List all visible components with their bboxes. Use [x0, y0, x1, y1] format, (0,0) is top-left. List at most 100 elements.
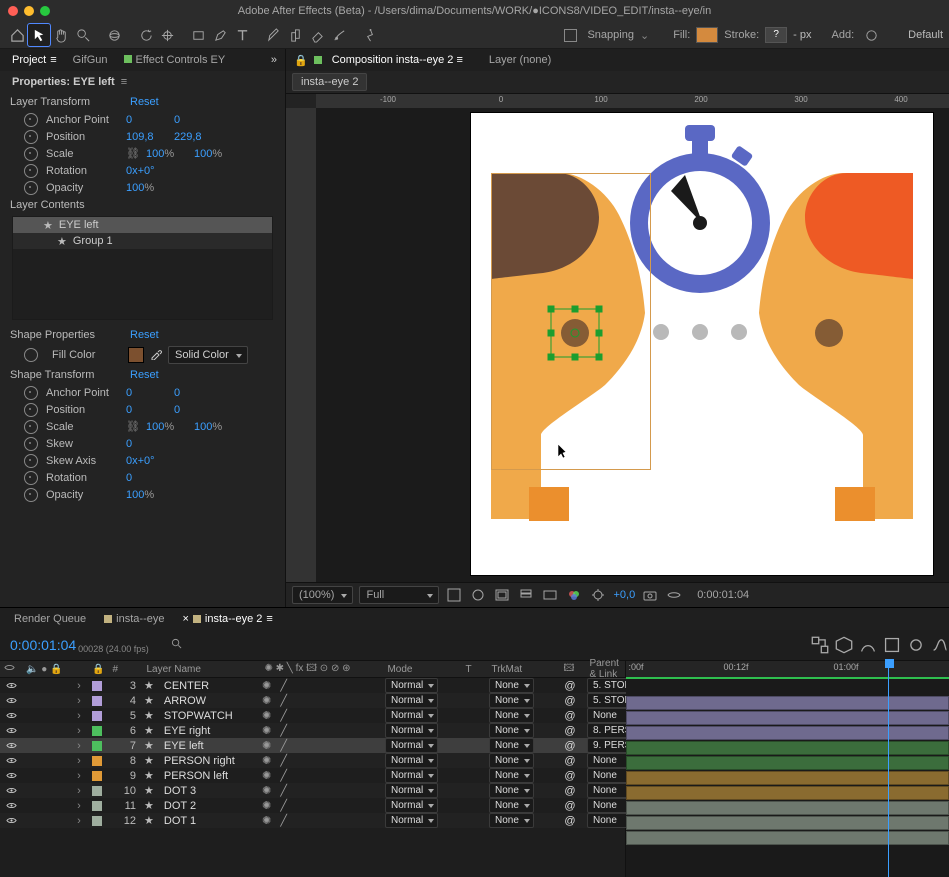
comp-canvas[interactable] — [471, 113, 933, 575]
fill-mode-select[interactable]: Solid Color — [168, 346, 248, 364]
content-item-group1[interactable]: ★Group 1 — [13, 233, 272, 249]
reset-shapetrans[interactable]: Reset — [130, 369, 159, 381]
pickwhip-icon[interactable]: @ — [557, 723, 583, 738]
layer-row-eye-left[interactable]: ›7★EYE left✺ ╱NormalNone@9. PERSON lef — [0, 738, 625, 753]
pickwhip-icon[interactable]: @ — [557, 678, 583, 693]
scale2-chain-icon[interactable]: ⛓ — [126, 420, 140, 433]
layer-row-dot-2[interactable]: ›11★DOT 2✺ ╱NormalNone@None — [0, 798, 625, 813]
visibility-toggle[interactable] — [0, 738, 22, 753]
position-y[interactable]: 229,8 — [174, 131, 222, 143]
anchor-x[interactable]: 0 — [126, 114, 174, 126]
stopwatch-anchor2[interactable] — [24, 386, 38, 400]
layer-switches[interactable]: ✺ ╱ — [258, 753, 381, 768]
layer-row-person-left[interactable]: ›9★PERSON left✺ ╱NormalNone@None — [0, 768, 625, 783]
opacity2-v[interactable]: 100% — [126, 489, 174, 501]
layer-row-person-right[interactable]: ›8★PERSON right✺ ╱NormalNone@None — [0, 753, 625, 768]
visibility-toggle[interactable] — [0, 798, 22, 813]
frame-blend-icon[interactable] — [883, 636, 901, 654]
visibility-toggle[interactable] — [0, 768, 22, 783]
blend-mode-select[interactable]: Normal — [385, 783, 438, 798]
blend-mode-select[interactable]: Normal — [385, 813, 438, 828]
layer-bar-person-left[interactable] — [626, 786, 949, 800]
layer-switches[interactable]: ✺ ╱ — [258, 678, 381, 693]
fill-swatch[interactable] — [696, 27, 718, 43]
trkmat-select[interactable]: None — [489, 813, 534, 828]
trkmat-select[interactable]: None — [489, 768, 534, 783]
anchor-y[interactable]: 0 — [174, 114, 222, 126]
twirl-icon[interactable]: › — [70, 693, 88, 708]
stopwatch-rotation[interactable] — [24, 164, 38, 178]
stopwatch-fill[interactable] — [24, 348, 38, 362]
layer-row-arrow[interactable]: ›4★ARROW✺ ╱NormalNone@5. STOPWATC — [0, 693, 625, 708]
roto-tool[interactable] — [328, 24, 350, 46]
visibility-toggle[interactable] — [0, 813, 22, 828]
viewer-timecode[interactable]: 0:00:01:04 — [697, 589, 749, 601]
mask-icon[interactable] — [469, 586, 487, 604]
stopwatch-scale2[interactable] — [24, 420, 38, 434]
stroke-width[interactable]: - px — [793, 29, 811, 41]
layer-row-dot-1[interactable]: ›12★DOT 1✺ ╱NormalNone@None — [0, 813, 625, 828]
blend-mode-select[interactable]: Normal — [385, 693, 438, 708]
stopwatch-position2[interactable] — [24, 403, 38, 417]
draft3d-icon[interactable] — [835, 636, 853, 654]
tab-comp-insta-eye[interactable]: insta--eye — [104, 613, 164, 625]
anchor-tool[interactable] — [156, 24, 178, 46]
grid-icon[interactable] — [517, 586, 535, 604]
layer-name[interactable]: ★EYE right — [140, 723, 258, 738]
stopwatch-skewax[interactable] — [24, 454, 38, 468]
label-color[interactable] — [92, 696, 102, 706]
trkmat-select[interactable]: None — [489, 783, 534, 798]
blend-mode-select[interactable]: Normal — [385, 678, 438, 693]
stroke-swatch[interactable]: ? — [765, 27, 787, 43]
pickwhip-icon[interactable]: @ — [557, 813, 583, 828]
pickwhip-icon[interactable]: @ — [557, 768, 583, 783]
position2-y[interactable]: 0 — [174, 404, 222, 416]
layer-switches[interactable]: ✺ ╱ — [258, 723, 381, 738]
work-area-bar[interactable] — [626, 677, 949, 679]
trkmat-select[interactable]: None — [489, 678, 534, 693]
layer-name[interactable]: ★DOT 2 — [140, 798, 258, 813]
visibility-toggle[interactable] — [0, 693, 22, 708]
blend-mode-select[interactable]: Normal — [385, 798, 438, 813]
pickwhip-icon[interactable]: @ — [557, 798, 583, 813]
exposure-value[interactable]: +0,0 — [613, 589, 635, 601]
stopwatch-position[interactable] — [24, 130, 38, 144]
stopwatch-opacity2[interactable] — [24, 488, 38, 502]
layer-switches[interactable]: ✺ ╱ — [258, 768, 381, 783]
stopwatch-opacity[interactable] — [24, 181, 38, 195]
color-management-icon[interactable] — [565, 586, 583, 604]
layer-bar-eye-right[interactable] — [626, 741, 949, 755]
tab-layer[interactable]: Layer (none) — [489, 54, 551, 66]
tab-project[interactable]: Project≡ — [4, 49, 65, 71]
label-color[interactable] — [92, 711, 102, 721]
clone-tool[interactable] — [284, 24, 306, 46]
comp-mini-flowchart-icon[interactable] — [811, 636, 829, 654]
label-color[interactable] — [92, 726, 102, 736]
visibility-toggle[interactable] — [0, 723, 22, 738]
motion-blur-icon[interactable] — [907, 636, 925, 654]
playhead-handle[interactable] — [885, 659, 894, 668]
panel-overflow[interactable]: » — [271, 54, 281, 66]
twirl-icon[interactable]: › — [70, 753, 88, 768]
label-color[interactable] — [92, 816, 102, 826]
layer-bar-center[interactable] — [626, 696, 949, 710]
blend-mode-select[interactable]: Normal — [385, 753, 438, 768]
layer-bar-eye-left[interactable] — [626, 756, 949, 770]
position-x[interactable]: 109,8 — [126, 131, 174, 143]
layer-name[interactable]: ★STOPWATCH — [140, 708, 258, 723]
puppet-tool[interactable] — [359, 24, 381, 46]
scale-y[interactable]: 100% — [194, 148, 242, 160]
type-tool[interactable] — [231, 24, 253, 46]
layer-bar-dot-2[interactable] — [626, 816, 949, 830]
layer-name[interactable]: ★ARROW — [140, 693, 258, 708]
close-window-button[interactable] — [8, 6, 18, 16]
twirl-icon[interactable]: › — [70, 798, 88, 813]
label-color[interactable] — [92, 741, 102, 751]
rotate-tool[interactable] — [134, 24, 156, 46]
layer-row-dot-3[interactable]: ›10★DOT 3✺ ╱NormalNone@None — [0, 783, 625, 798]
layer-name[interactable]: ★DOT 3 — [140, 783, 258, 798]
visibility-toggle[interactable] — [0, 753, 22, 768]
scale-chain-icon[interactable]: ⛓ — [126, 147, 140, 160]
reset-shapeprops[interactable]: Reset — [130, 329, 159, 341]
label-color[interactable] — [92, 771, 102, 781]
